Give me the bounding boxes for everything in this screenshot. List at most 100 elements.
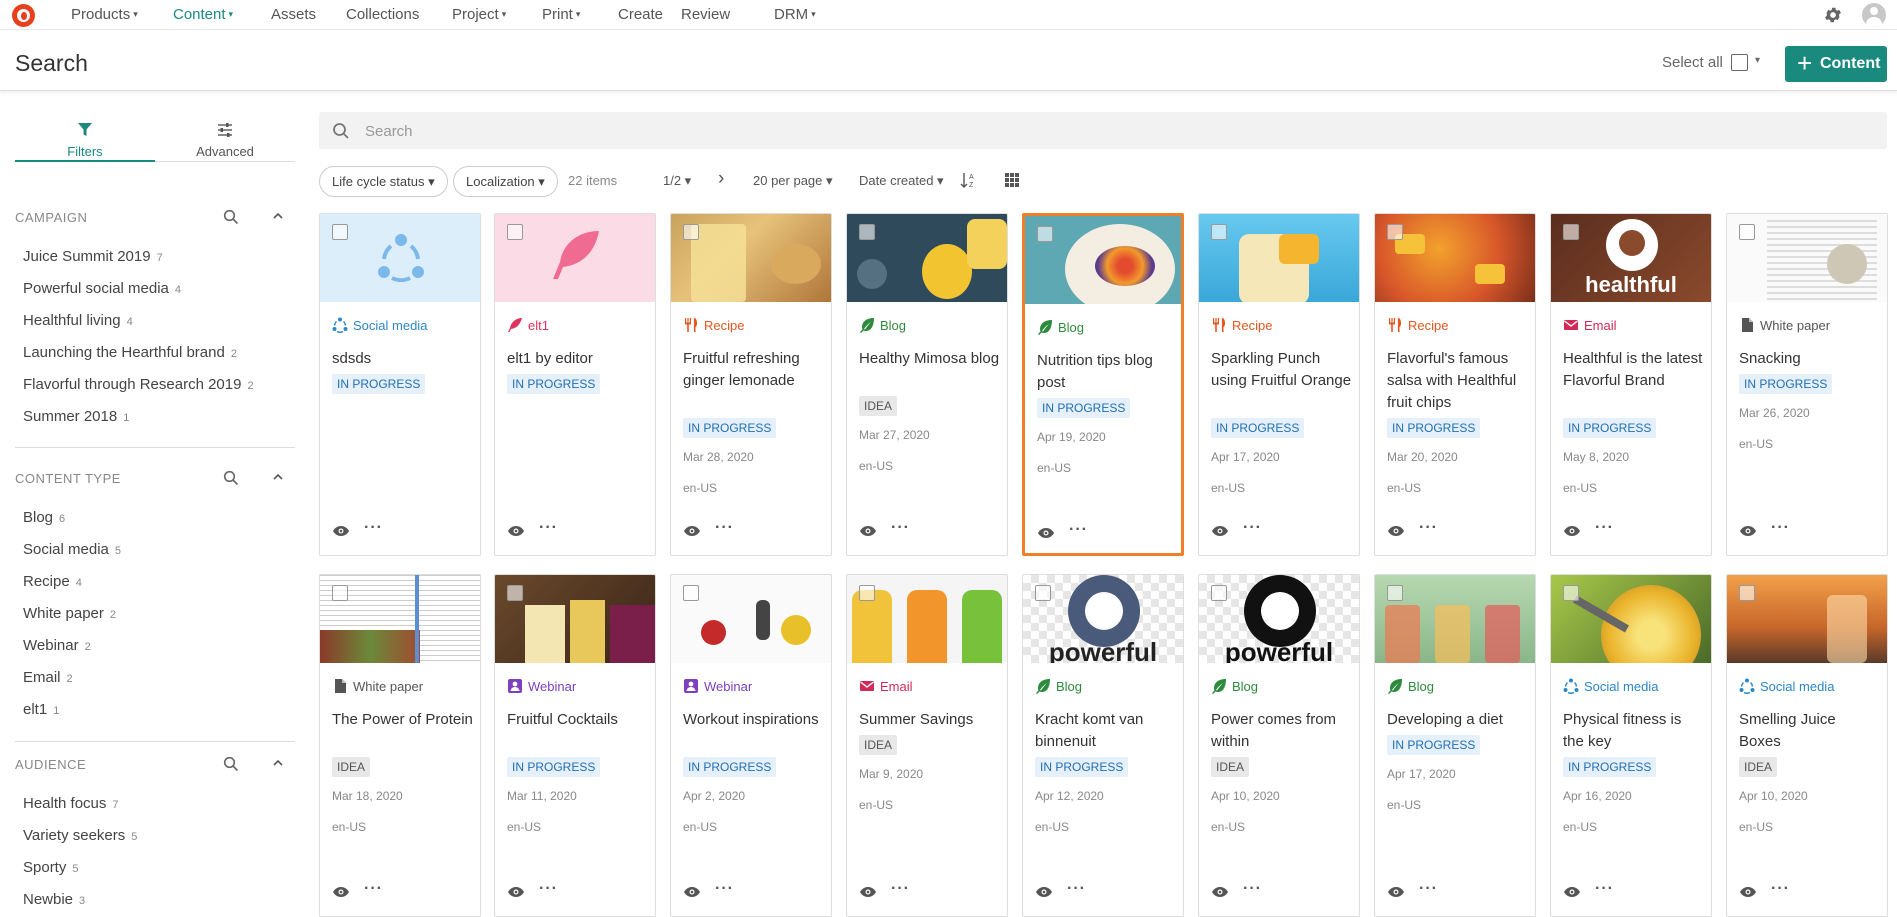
more-options-icon[interactable]: ··· [364, 880, 383, 898]
eye-icon[interactable] [1037, 527, 1055, 539]
card-title[interactable]: Smelling Juice Boxes [1739, 709, 1881, 753]
card-title[interactable]: Nutrition tips blog post [1037, 350, 1179, 394]
card-title[interactable]: sdsds [332, 348, 474, 370]
card-title[interactable]: Snacking [1739, 348, 1881, 370]
content-card[interactable]: Webinar Fruitful Cocktails IN PROGRESS Mar … [494, 574, 656, 917]
card-checkbox[interactable] [1211, 585, 1227, 601]
localization-filter[interactable]: Localization ▾ [453, 166, 558, 197]
card-title[interactable]: Physical fitness is the key [1563, 709, 1705, 753]
content-card[interactable]: powerful Blog Kracht komt van binnenuit IN … [1022, 574, 1184, 917]
content-card[interactable]: Social media Physical fitness is the key I… [1550, 574, 1712, 917]
card-checkbox[interactable] [507, 224, 523, 240]
select-all-checkbox[interactable] [1731, 54, 1748, 71]
nav-content[interactable]: Content ▾ [173, 6, 233, 23]
nav-print[interactable]: Print ▾ [542, 6, 580, 23]
card-checkbox[interactable] [332, 224, 348, 240]
more-options-icon[interactable]: ··· [1419, 880, 1438, 898]
content-card[interactable]: Recipe Sparkling Punch using Fruitful Ora… [1198, 213, 1360, 556]
card-checkbox[interactable] [1739, 224, 1755, 240]
card-checkbox[interactable] [683, 224, 699, 240]
eye-icon[interactable] [1563, 886, 1581, 898]
per-page-selector[interactable]: 20 per page ▾ [753, 173, 833, 189]
eye-icon[interactable] [332, 525, 350, 537]
card-title[interactable]: Fruitful refreshing ginger lemonade [683, 348, 825, 392]
filter-item[interactable]: Flavorful through Research 2019 2 [23, 376, 254, 393]
search-icon[interactable] [223, 756, 239, 775]
card-title[interactable]: Healthful is the latest Flavorful Brand [1563, 348, 1705, 392]
card-checkbox[interactable] [859, 224, 875, 240]
eye-icon[interactable] [1387, 886, 1405, 898]
grid-view-icon[interactable] [1005, 173, 1019, 187]
card-title[interactable]: elt1 by editor [507, 348, 649, 370]
card-title[interactable]: Sparkling Punch using Fruitful Orange [1211, 348, 1353, 392]
filter-item[interactable]: Newbie 3 [23, 891, 85, 908]
more-options-icon[interactable]: ··· [1771, 880, 1790, 898]
eye-icon[interactable] [507, 886, 525, 898]
search-bar[interactable]: Search [319, 112, 1887, 149]
eye-icon[interactable] [1211, 525, 1229, 537]
filter-item[interactable]: Sporty 5 [23, 859, 78, 876]
eye-icon[interactable] [1739, 886, 1757, 898]
card-checkbox[interactable] [1387, 224, 1403, 240]
card-checkbox[interactable] [507, 585, 523, 601]
content-card[interactable]: powerful Blog Power comes from within IDEA A… [1198, 574, 1360, 917]
more-options-icon[interactable]: ··· [715, 519, 734, 537]
content-card[interactable]: Blog Developing a diet IN PROGRESS Apr 17, … [1374, 574, 1536, 917]
app-logo-icon[interactable] [12, 4, 35, 27]
eye-icon[interactable] [1739, 525, 1757, 537]
card-checkbox[interactable] [1035, 585, 1051, 601]
content-card[interactable]: Email Summer Savings IDEA Mar 9, 2020 en-US ·… [846, 574, 1008, 917]
more-options-icon[interactable]: ··· [1069, 521, 1088, 539]
content-card[interactable]: Social media sdsds IN PROGRESS ··· [319, 213, 481, 556]
next-page-button[interactable]: › [718, 168, 724, 190]
nav-assets[interactable]: Assets [271, 6, 316, 23]
content-card[interactable]: White paper The Power of Protein IDEA Mar 1… [319, 574, 481, 917]
search-icon[interactable] [223, 470, 239, 489]
search-icon[interactable] [223, 209, 239, 228]
add-content-button[interactable]: + Content [1785, 46, 1887, 82]
nav-project[interactable]: Project ▾ [452, 6, 506, 23]
nav-drm[interactable]: DRM ▾ [774, 6, 816, 23]
filter-item[interactable]: Powerful social media 4 [23, 280, 181, 297]
chevron-up-icon[interactable] [271, 470, 285, 487]
filter-item[interactable]: Health focus 7 [23, 795, 119, 812]
eye-icon[interactable] [859, 525, 877, 537]
search-input[interactable]: Search [365, 123, 413, 140]
user-avatar[interactable] [1862, 3, 1886, 27]
filter-item[interactable]: Webinar 2 [23, 637, 91, 654]
select-all-label[interactable]: Select all [1662, 54, 1723, 71]
content-card[interactable]: Social media Smelling Juice Boxes IDEA Apr … [1726, 574, 1888, 917]
nav-collections[interactable]: Collections [346, 6, 419, 23]
content-card[interactable]: Recipe Flavorful's famous salsa with Heal… [1374, 213, 1536, 556]
filter-item[interactable]: elt1 1 [23, 701, 59, 718]
card-title[interactable]: Developing a diet [1387, 709, 1529, 731]
gear-icon[interactable] [1823, 5, 1843, 25]
content-card[interactable]: Recipe Fruitful refreshing ginger lemonad… [670, 213, 832, 556]
card-checkbox[interactable] [1211, 224, 1227, 240]
content-card[interactable]: Webinar Workout inspirations IN PROGRESS Ap… [670, 574, 832, 917]
card-checkbox[interactable] [1387, 585, 1403, 601]
lifecycle-status-filter[interactable]: Life cycle status ▾ [319, 166, 448, 197]
filter-item[interactable]: Variety seekers 5 [23, 827, 137, 844]
content-card[interactable]: healthful Email Healthful is the latest Fl… [1550, 213, 1712, 556]
eye-icon[interactable] [507, 525, 525, 537]
card-checkbox[interactable] [683, 585, 699, 601]
filter-item[interactable]: Juice Summit 2019 7 [23, 248, 163, 265]
more-options-icon[interactable]: ··· [1595, 519, 1614, 537]
more-options-icon[interactable]: ··· [1419, 519, 1438, 537]
card-checkbox[interactable] [1739, 585, 1755, 601]
filter-item[interactable]: Healthful living 4 [23, 312, 133, 329]
filter-item[interactable]: Recipe 4 [23, 573, 82, 590]
tab-advanced[interactable]: Advanced [155, 120, 295, 162]
card-title[interactable]: Power comes from within [1211, 709, 1353, 753]
more-options-icon[interactable]: ··· [891, 880, 910, 898]
card-title[interactable]: Healthy Mimosa blog [859, 348, 1001, 370]
eye-icon[interactable] [1035, 886, 1053, 898]
card-checkbox[interactable] [1037, 226, 1053, 242]
content-card[interactable]: White paper Snacking IN PROGRESS Mar 26, 20… [1726, 213, 1888, 556]
more-options-icon[interactable]: ··· [1243, 880, 1262, 898]
card-checkbox[interactable] [1563, 224, 1579, 240]
eye-icon[interactable] [1387, 525, 1405, 537]
card-checkbox[interactable] [1563, 585, 1579, 601]
filter-item[interactable]: White paper 2 [23, 605, 116, 622]
